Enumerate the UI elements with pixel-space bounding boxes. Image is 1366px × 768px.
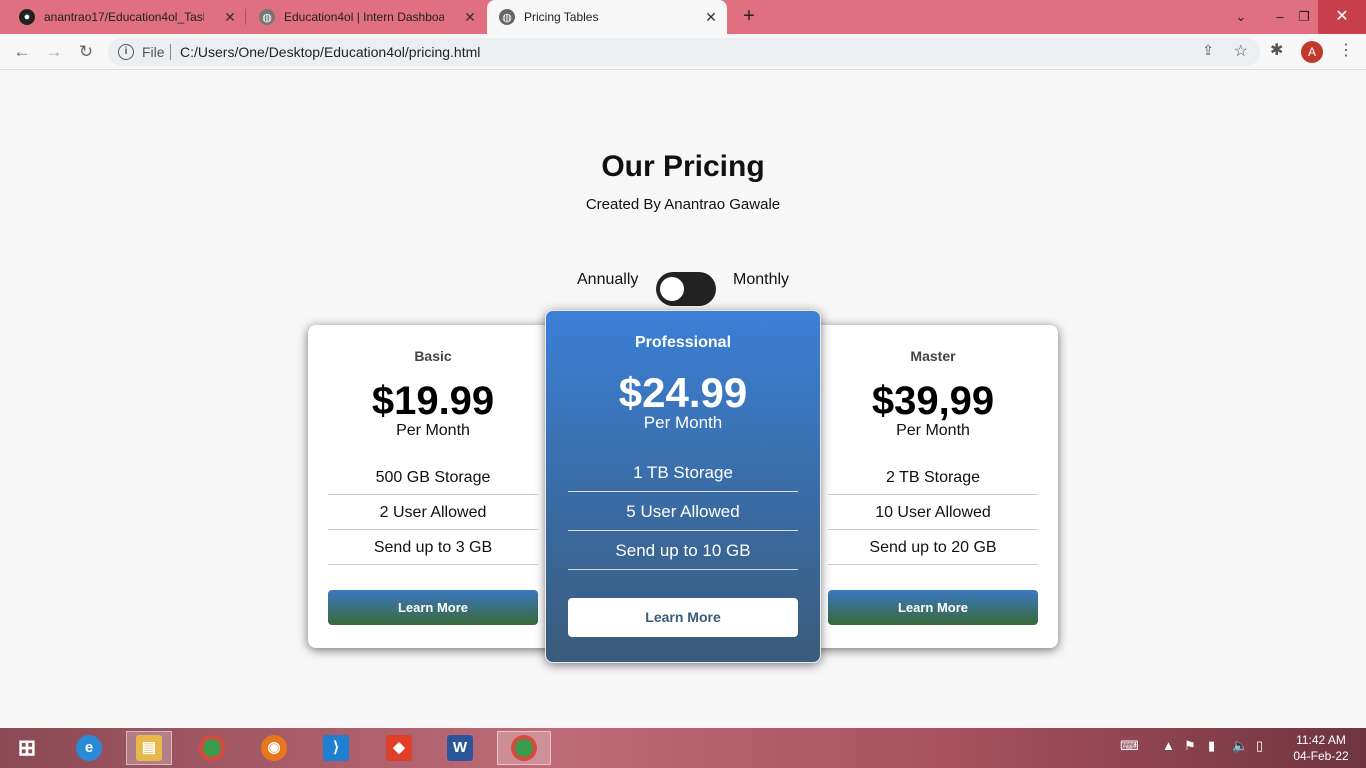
page-subtitle: Created By Anantrao Gawale <box>585 196 781 213</box>
taskbar-app[interactable]: ⟩ <box>313 731 359 765</box>
new-tab-button[interactable]: + <box>738 6 760 28</box>
chrome-icon <box>199 735 225 761</box>
word-icon: W <box>447 735 473 761</box>
plan-card-basic: Basic $19.99 Per Month 500 GB Storage 2 … <box>308 325 558 648</box>
feature-item: Send up to 3 GB <box>328 530 538 565</box>
file-explorer-icon: ▤ <box>136 735 162 761</box>
taskbar-app[interactable]: ▤ <box>126 731 172 765</box>
keyboard-icon[interactable]: ⌨ <box>1120 738 1139 754</box>
url-text[interactable]: C:/Users/One/Desktop/Education4ol/pricin… <box>180 44 480 60</box>
feature-item: 2 TB Storage <box>828 460 1038 495</box>
plan-price: $19.99 <box>371 379 495 423</box>
feature-list: 2 TB Storage 10 User Allowed Send up to … <box>828 460 1038 565</box>
plan-period: Per Month <box>896 422 970 439</box>
windows-logo-icon: ⊞ <box>17 735 37 760</box>
feature-item: 5 User Allowed <box>568 492 798 531</box>
tab-intern-dashboard[interactable]: ◍ Education4ol | Intern Dashboard ✕ <box>240 0 486 34</box>
feature-item: 500 GB Storage <box>328 460 538 495</box>
plan-card-professional: Professional $24.99 Per Month 1 TB Stora… <box>545 310 821 663</box>
tab-title: Pricing Tables <box>524 10 599 24</box>
firefox-icon: ◉ <box>261 735 287 761</box>
tab-search-icon[interactable]: ⌄ <box>1227 0 1255 34</box>
system-clock[interactable]: 11:42 AM 04-Feb-22 <box>1290 732 1352 764</box>
taskbar-app[interactable]: W <box>437 731 483 765</box>
switch-knob <box>660 277 684 301</box>
globe-icon: ◍ <box>259 9 275 25</box>
tab-strip: ● anantrao17/Education4ol_Task2 ✕ ◍ Educ… <box>0 0 1366 34</box>
plan-name: Master <box>910 348 956 364</box>
taskbar-app[interactable]: ◉ <box>251 731 297 765</box>
taskbar: ⊞ e ▤ ◉ ⟩ ◆ W ⌨ ▲ ⚑ ▮ 🔈 ▯ 11:42 AM 04-Fe… <box>0 728 1366 768</box>
feature-item: 1 TB Storage <box>568 453 798 492</box>
back-icon[interactable]: ← <box>11 42 33 62</box>
plan-price: $39,99 <box>871 379 995 423</box>
show-hidden-icons[interactable]: ▲ <box>1162 738 1175 753</box>
tab-title: Education4ol | Intern Dashboard <box>284 10 444 24</box>
plan-period: Per Month <box>643 413 723 432</box>
reload-icon[interactable]: ↻ <box>75 42 97 62</box>
flag-icon[interactable]: ⚑ <box>1184 738 1196 754</box>
learn-more-button[interactable]: Learn More <box>328 590 538 625</box>
tab-github[interactable]: ● anantrao17/Education4ol_Task2 ✕ <box>0 0 246 34</box>
volume-icon[interactable]: 🔈 <box>1232 738 1248 754</box>
restore-icon[interactable]: ❐ <box>1290 0 1318 34</box>
forward-icon[interactable]: → <box>43 42 65 62</box>
bookmark-star-icon[interactable]: ☆ <box>1234 41 1248 61</box>
feature-item: 10 User Allowed <box>828 495 1038 530</box>
kebab-menu-icon[interactable]: ⋮ <box>1338 40 1354 60</box>
scheme-label: File <box>142 44 165 60</box>
page-title: Our Pricing <box>601 150 765 183</box>
divider <box>170 44 171 60</box>
plan-name: Basic <box>414 348 452 364</box>
page-viewport: Our Pricing Created By Anantrao Gawale A… <box>0 71 1366 708</box>
plan-card-master: Master $39,99 Per Month 2 TB Storage 10 … <box>808 325 1058 648</box>
plan-name: Professional <box>634 334 732 351</box>
github-icon: ● <box>19 9 35 25</box>
feature-item: Send up to 10 GB <box>568 531 798 570</box>
plan-period: Per Month <box>396 422 470 439</box>
billing-switch[interactable] <box>656 272 716 306</box>
battery-icon[interactable]: ▯ <box>1256 738 1263 754</box>
close-window-icon[interactable]: ✕ <box>1318 0 1366 34</box>
vscode-icon: ⟩ <box>323 735 349 761</box>
feature-list: 500 GB Storage 2 User Allowed Send up to… <box>328 460 538 565</box>
learn-more-button[interactable]: Learn More <box>568 598 798 637</box>
network-icon[interactable]: ▮ <box>1208 738 1215 754</box>
plan-price: $24.99 <box>618 369 748 416</box>
taskbar-app[interactable]: ◆ <box>376 731 422 765</box>
profile-avatar[interactable]: A <box>1301 41 1323 63</box>
internet-explorer-icon: e <box>76 735 102 761</box>
billing-toggle: Annually Monthly <box>0 270 1366 310</box>
learn-more-button[interactable]: Learn More <box>828 590 1038 625</box>
start-button[interactable]: ⊞ <box>4 731 50 765</box>
annually-label: Annually <box>577 271 639 288</box>
tab-pricing-tables[interactable]: ◍ Pricing Tables ✕ <box>487 0 727 34</box>
tab-title: anantrao17/Education4ol_Task2 <box>44 10 204 24</box>
taskbar-app[interactable] <box>497 731 551 765</box>
browser-toolbar: ← → ↻ i File C:/Users/One/Desktop/Educat… <box>0 34 1366 70</box>
feature-item: Send up to 20 GB <box>828 530 1038 565</box>
clock-time: 11:42 AM <box>1296 733 1346 747</box>
close-tab-icon[interactable]: ✕ <box>462 9 478 25</box>
git-icon: ◆ <box>386 735 412 761</box>
address-bar[interactable]: i File C:/Users/One/Desktop/Education4ol… <box>108 38 1260 66</box>
globe-icon: ◍ <box>499 9 515 25</box>
close-tab-icon[interactable]: ✕ <box>703 9 719 25</box>
feature-item: 2 User Allowed <box>328 495 538 530</box>
close-tab-icon[interactable]: ✕ <box>222 9 238 25</box>
extensions-icon[interactable]: ✱ <box>1270 40 1283 60</box>
feature-list: 1 TB Storage 5 User Allowed Send up to 1… <box>568 453 798 570</box>
share-icon[interactable]: ⇪ <box>1202 42 1214 59</box>
info-icon[interactable]: i <box>118 44 134 60</box>
monthly-label: Monthly <box>733 271 790 288</box>
clock-date: 04-Feb-22 <box>1293 749 1349 763</box>
taskbar-app[interactable] <box>189 731 235 765</box>
chrome-profile-icon <box>511 735 537 761</box>
taskbar-app[interactable]: e <box>66 731 112 765</box>
